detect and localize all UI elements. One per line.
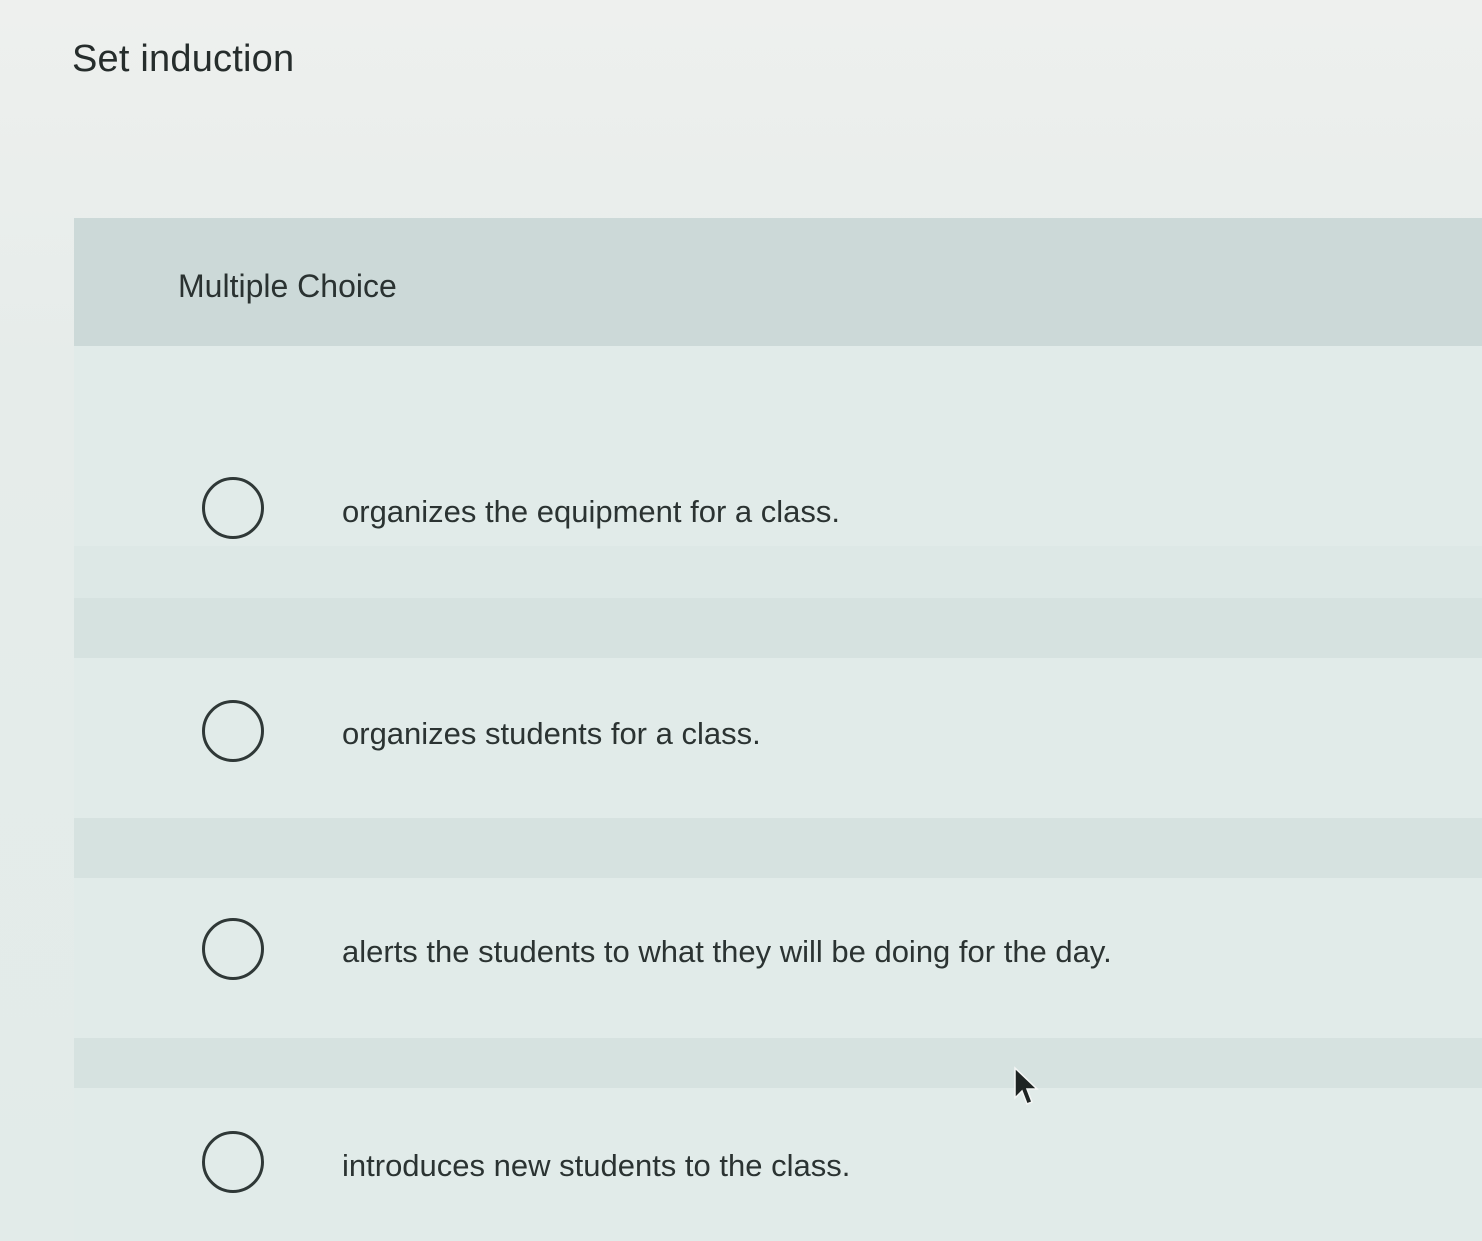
answer-option-label[interactable]: alerts the students to what they will be… [342,934,1112,970]
answer-option-label[interactable]: organizes students for a class. [342,716,761,752]
radio-unchecked-icon[interactable] [202,1131,264,1193]
radio-unchecked-icon[interactable] [202,477,264,539]
radio-unchecked-icon[interactable] [202,918,264,980]
question-type-label: Multiple Choice [178,268,397,304]
answer-options: organizes the equipment for a class. org… [74,346,1482,1241]
question-card: Multiple Choice organizes the equipment … [74,218,1482,1241]
option-divider [74,598,1482,658]
mouse-pointer-icon [1014,1066,1039,1105]
radio-unchecked-icon[interactable] [202,700,264,762]
answer-option[interactable]: organizes students for a class. [74,658,1482,818]
answer-option-label[interactable]: introduces new students to the class. [342,1148,850,1184]
answer-option-label[interactable]: organizes the equipment for a class. [342,494,840,530]
answer-option[interactable]: organizes the equipment for a class. [74,346,1482,546]
option-divider [74,818,1482,878]
answer-option[interactable]: introduces new students to the class. [74,1088,1482,1241]
option-divider [74,1038,1482,1088]
answer-option[interactable]: alerts the students to what they will be… [74,878,1482,1038]
card-header: Multiple Choice [74,218,1482,346]
question-title: Set induction [72,38,295,80]
